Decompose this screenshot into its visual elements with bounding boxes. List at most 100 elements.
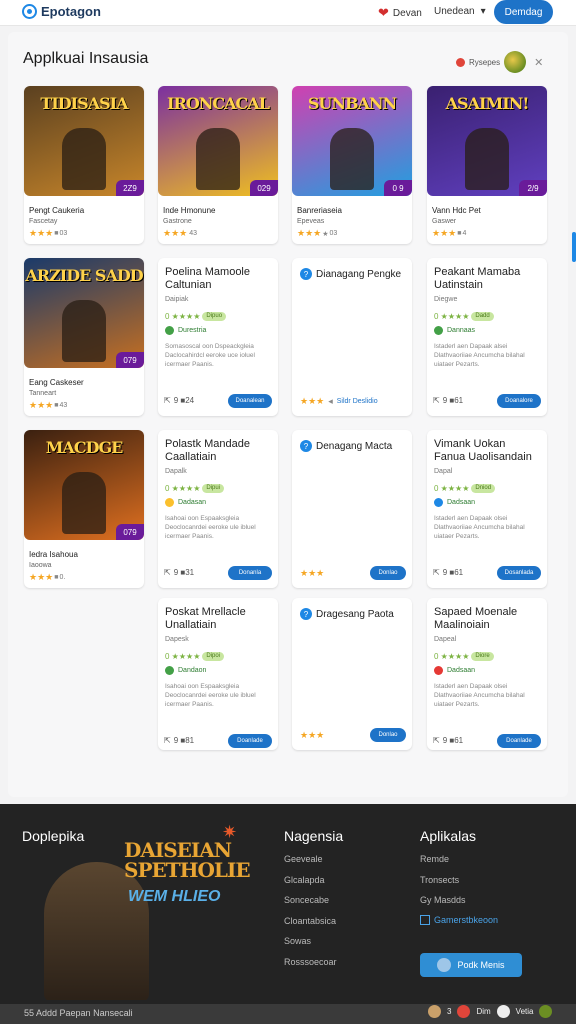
footer-profile-button[interactable]: Podk Menis xyxy=(420,953,522,977)
app-detail-card[interactable]: Peakant Mamaba Uatinstain Diegwe 0 ★★★★ Dad… xyxy=(427,258,547,416)
star-icon: ★★★ xyxy=(29,572,54,582)
developer-name: Dadsaan xyxy=(447,499,476,506)
scrollbar-handle[interactable] xyxy=(572,232,576,262)
developer[interactable]: Dadsaan xyxy=(434,666,475,675)
developer[interactable]: Dadasan xyxy=(165,498,206,507)
close-icon[interactable]: ✕ xyxy=(534,56,543,69)
heart-icon: ❤ xyxy=(378,5,389,20)
help-card-button[interactable]: Donlao xyxy=(370,728,406,742)
rating-count: 43 xyxy=(59,402,68,409)
card-tag: Dapal xyxy=(434,468,453,475)
user-name: Devan xyxy=(392,7,422,19)
share-icon[interactable]: ⇱ xyxy=(433,568,440,577)
install-button[interactable]: Doanalean xyxy=(228,394,272,408)
game-thumbnail[interactable]: TIDISASIA 2Z9 xyxy=(24,86,144,196)
game-thumbnail[interactable]: ASAIMIN! 2/9 xyxy=(427,86,547,196)
developer-icon xyxy=(165,666,174,675)
help-card[interactable]: ? Dianagang Pengke ★★★ ◂ Sildr Deslidio xyxy=(292,258,412,416)
footer-link[interactable]: Soncecabe xyxy=(284,895,329,905)
game-card[interactable]: IRONCACAL 029 Inde Hmonune Gastrone ★★★ 43 xyxy=(158,86,278,244)
character-figure-icon xyxy=(62,300,106,362)
social-label-1[interactable]: Dim xyxy=(476,1007,490,1016)
footer-box-link[interactable]: Gamerstbkeoon xyxy=(420,915,498,925)
brand-logo[interactable]: Epotagon xyxy=(22,4,101,19)
install-button[interactable]: Doanlade xyxy=(497,734,541,748)
social-white-icon[interactable] xyxy=(496,1005,510,1018)
share-icon[interactable]: ⇱ xyxy=(164,736,171,745)
dropdown-menu[interactable]: Unedean ▾ xyxy=(434,6,486,17)
game-card[interactable]: ASAIMIN! 2/9 Vann Hdc Pet Gaswer ★★★ ■ 4 xyxy=(427,86,547,244)
thumbnail-title: IRONCACAL xyxy=(167,94,270,113)
install-button[interactable]: Donanla xyxy=(228,566,272,580)
card-description: Istaderl aen Dapaak alsei Dlathvaoriiae … xyxy=(434,343,525,368)
footer-link[interactable]: Rosssoecoar xyxy=(284,957,337,967)
help-card-link[interactable]: Sildr Deslidio xyxy=(337,398,378,405)
avatar[interactable] xyxy=(504,51,527,73)
app-detail-card[interactable]: Vimank Uokan Fanua Uaolisandain Dapal 0 ★★… xyxy=(427,430,547,588)
share-icon[interactable]: ⇱ xyxy=(433,736,440,745)
share-icon[interactable]: ⇱ xyxy=(433,396,440,405)
star-icon: ★★★ xyxy=(29,400,54,410)
developer[interactable]: Durestria xyxy=(165,326,206,335)
card-description: Istaderl aen Dapaak olsei Dlathvaoriiae … xyxy=(434,515,525,540)
developer-icon xyxy=(434,326,443,335)
app-detail-card[interactable]: Poskat Mrellacle Unallatiain Dapesk 0 ★★★★… xyxy=(158,598,278,750)
help-card-label: Dianagang Pengke xyxy=(316,268,402,280)
social-label-2[interactable]: Vetia xyxy=(516,1007,534,1016)
rating: ★★★ ■ 43 xyxy=(29,400,67,411)
footer-link[interactable]: Remde xyxy=(420,854,449,864)
developer[interactable]: Dannaas xyxy=(434,326,475,335)
meta-value: 9 ■61 xyxy=(442,396,464,405)
developer[interactable]: Dandaon xyxy=(165,666,206,675)
developer[interactable]: Dadsaan xyxy=(434,498,475,507)
app-detail-card[interactable]: Sapaed Moenale Maalinoiain Dapeal 0 ★★★★ Di… xyxy=(427,598,547,750)
meta-value: 9 ■61 xyxy=(442,568,464,577)
game-name: Inde Hmonune xyxy=(163,206,216,215)
footer-link[interactable]: Glcalapda xyxy=(284,875,325,885)
share-icon[interactable]: ⇱ xyxy=(164,396,171,405)
game-name: Banreriaseia xyxy=(297,206,342,215)
header-cta-button[interactable]: Demdag xyxy=(494,0,553,24)
sort-control[interactable]: Rysepes ✕ xyxy=(456,51,543,73)
star-icon: ★★★ xyxy=(29,228,54,238)
install-button[interactable]: Doanlade xyxy=(228,734,272,748)
footer-link[interactable]: Sowas xyxy=(284,936,311,946)
footer-link[interactable]: Gy Masdds xyxy=(420,895,466,905)
app-detail-card[interactable]: Polastk Mandade Caallatiain Dapalk 0 ★★★★ D… xyxy=(158,430,278,588)
card-rating: 0 ★★★★ Dadd xyxy=(434,312,494,321)
rank-badge: 079 xyxy=(116,352,144,368)
game-card[interactable]: ARZIDE SADD 079 Eang Caskeser Tanneart ★★★ ■ 4… xyxy=(24,258,144,416)
footer-link[interactable]: Geeveale xyxy=(284,854,323,864)
bookmark-icon[interactable]: ◂ xyxy=(328,396,333,407)
game-thumbnail[interactable]: IRONCACAL 029 xyxy=(158,86,278,196)
help-card[interactable]: ? Denagang Macta ★★★ Donlao xyxy=(292,430,412,588)
profile-icon[interactable] xyxy=(428,1005,441,1018)
card-title: Polastk Mandade Caallatiain xyxy=(165,438,250,463)
star-icon: ★★★ xyxy=(432,228,457,238)
share-icon[interactable]: ⇱ xyxy=(164,568,171,577)
card-tag: Dapesk xyxy=(165,636,189,643)
game-thumbnail[interactable]: SUNBANN 0 9 xyxy=(292,86,412,196)
footer-link[interactable]: Cloantabsica xyxy=(284,916,336,926)
game-thumbnail[interactable]: MACDGE 079 xyxy=(24,430,144,540)
social-red-icon[interactable] xyxy=(457,1005,471,1018)
help-card-footer: ★★★ ◂ Sildr Deslidio xyxy=(300,396,378,407)
hero-subtitle: WEM HLIEO xyxy=(128,888,221,905)
game-card[interactable]: TIDISASIA 2Z9 Pengt Caukeria Fascetay ★★★ ■ 03 xyxy=(24,86,144,244)
rating-stars: 0 ★★★★ xyxy=(434,652,470,661)
help-card-title: ? Dianagang Pengke xyxy=(300,268,401,280)
game-card[interactable]: SUNBANN 0 9 Banreriaseia Epeveas ★★★ ★ 03 xyxy=(292,86,412,244)
help-card-button[interactable]: Donlao xyxy=(370,566,406,580)
game-thumbnail[interactable]: ARZIDE SADD 079 xyxy=(24,258,144,368)
user-menu[interactable]: ❤ Devan xyxy=(378,5,422,21)
star-icon: ★★★ xyxy=(300,396,325,406)
game-card[interactable]: MACDGE 079 Iedra Isahoua Iaoowa ★★★ ■ 0. xyxy=(24,430,144,588)
ninja-figure-icon xyxy=(44,862,149,1000)
app-detail-card[interactable]: Poelina Mamoole Caltunian Daipiak 0 ★★★★ Di… xyxy=(158,258,278,416)
help-card[interactable]: ? Dragesang Paota ★★★ Donlao xyxy=(292,598,412,750)
social-avatar-icon[interactable] xyxy=(539,1005,553,1018)
footer-link[interactable]: Tronsects xyxy=(420,875,459,885)
install-button[interactable]: Dosanlada xyxy=(497,566,541,580)
card-title: Poskat Mrellacle Unallatiain xyxy=(165,606,246,631)
install-button[interactable]: Doanalore xyxy=(497,394,541,408)
